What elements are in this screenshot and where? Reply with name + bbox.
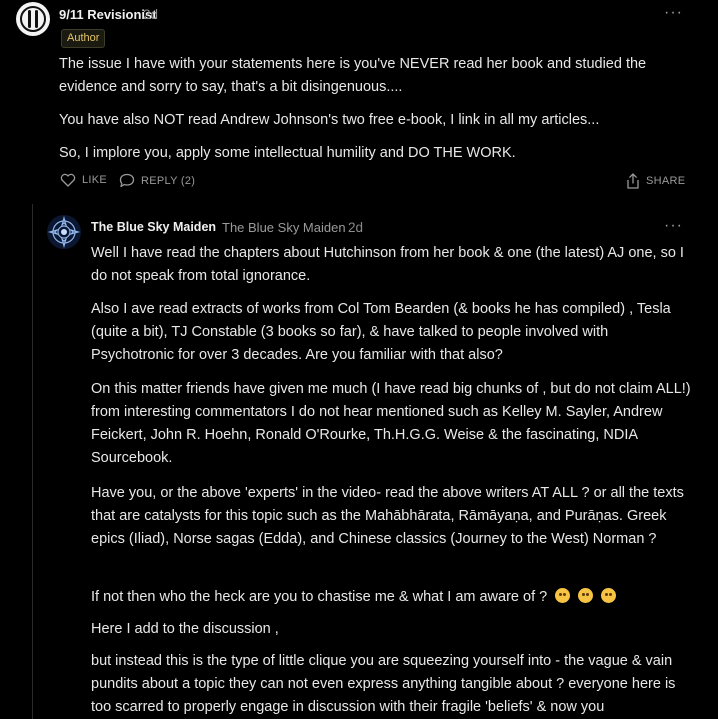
comment-paragraph: Have you, or the above 'experts' in the … <box>91 485 684 547</box>
comment-paragraph: On this matter friends have given me muc… <box>91 381 691 466</box>
avatar[interactable] <box>16 2 50 36</box>
more-icon[interactable]: ··· <box>664 4 683 22</box>
comment-time: 2d <box>348 220 364 235</box>
comment-paragraph-with-emoji: If not then who the heck are you to chas… <box>91 586 691 609</box>
author-badge: Author <box>61 29 106 48</box>
comment-actions: LIKE REPLY (2) SHARE <box>60 173 685 191</box>
like-button[interactable]: LIKE <box>60 173 107 187</box>
share-icon <box>627 173 639 189</box>
comment-author[interactable]: The Blue Sky Maiden <box>91 220 216 234</box>
more-icon[interactable]: ··· <box>664 217 683 235</box>
comment-paragraph: The issue I have with your statements he… <box>59 56 647 95</box>
comment-paragraph: but instead this is the type of little c… <box>91 653 676 715</box>
avatar[interactable] <box>47 215 81 249</box>
heart-icon <box>60 173 76 187</box>
comment-paragraph: Well I have read the chapters about Hutc… <box>91 245 684 284</box>
thinking-emoji-icon <box>578 588 594 603</box>
like-label: LIKE <box>82 174 108 186</box>
share-button[interactable]: SHARE <box>626 173 685 189</box>
eye-roll-emoji-icon <box>555 588 571 603</box>
comment-author[interactable]: 9/11 Revisionist <box>59 7 157 22</box>
comment-paragraph: Here I add to the discussion , <box>91 621 279 637</box>
share-label: SHARE <box>646 175 686 187</box>
reply-button[interactable]: REPLY (2) <box>119 173 195 188</box>
avatar-mandala-icon <box>47 215 81 249</box>
blush-emoji-icon <box>601 588 617 603</box>
comment-icon <box>119 173 135 188</box>
thread-line <box>32 204 33 719</box>
avatar-logo-icon <box>17 3 49 35</box>
comment-paragraph: So, I implore you, apply some intellectu… <box>59 145 516 161</box>
publication-name[interactable]: The Blue Sky Maiden <box>222 220 346 235</box>
comment-time: 2d <box>143 7 159 22</box>
reply-label: REPLY (2) <box>141 174 196 187</box>
comment-paragraph: If not then who the heck are you to chas… <box>91 589 548 605</box>
comment-paragraph: Also I ave read extracts of works from C… <box>91 301 671 363</box>
comment-paragraph: You have also NOT read Andrew Johnson's … <box>59 112 600 128</box>
